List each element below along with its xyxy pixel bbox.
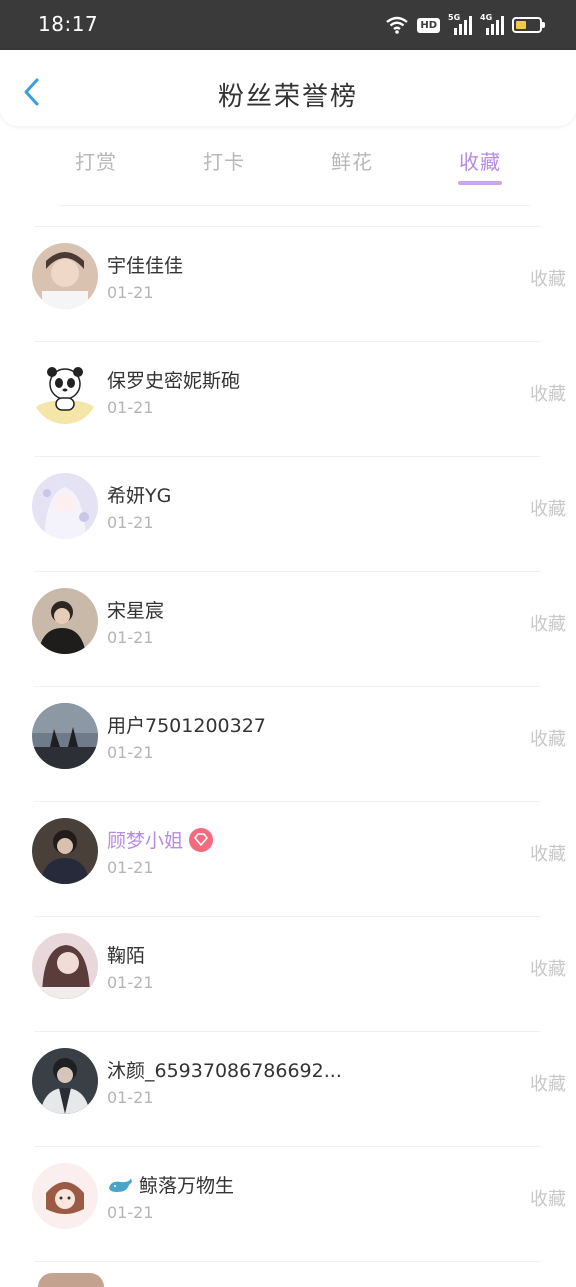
divider bbox=[60, 205, 530, 206]
header: 粉丝荣誉榜 bbox=[0, 50, 576, 126]
action-label: 收藏 bbox=[530, 1074, 566, 1095]
user-name: 宋星宸 bbox=[107, 600, 165, 622]
avatar[interactable] bbox=[32, 703, 98, 769]
avatar[interactable] bbox=[32, 473, 98, 539]
user-name: 用户7501200327 bbox=[107, 715, 266, 737]
action-label: 收藏 bbox=[530, 959, 566, 980]
date: 01-21 bbox=[107, 973, 154, 992]
avatar[interactable] bbox=[32, 818, 98, 884]
signal-5g-icon: 5G bbox=[448, 13, 472, 35]
list-item[interactable]: 宇佳佳佳 01-21 收藏 bbox=[32, 226, 566, 341]
avatar[interactable] bbox=[32, 1163, 98, 1229]
status-bar: 18:17 HD 5G 4G bbox=[0, 0, 576, 50]
avatar[interactable] bbox=[32, 1048, 98, 1114]
tab-flowers[interactable]: 鲜花 bbox=[288, 126, 416, 196]
fan-list: 宇佳佳佳 01-21 收藏 保罗史密妮斯砲 01-21 收藏 希妍YG 01-2… bbox=[0, 226, 576, 1281]
list-item[interactable]: 沐颜_65937086786692... 01-21 收藏 bbox=[32, 1031, 566, 1146]
tab-favorites[interactable]: 收藏 bbox=[416, 126, 544, 196]
list-item[interactable]: 宋星宸 01-21 收藏 bbox=[32, 571, 566, 686]
action-label: 收藏 bbox=[530, 1189, 566, 1210]
user-name-text: 顾梦小姐 bbox=[107, 830, 184, 852]
date: 01-21 bbox=[107, 628, 154, 647]
date: 01-21 bbox=[107, 283, 154, 302]
date: 01-21 bbox=[107, 1088, 154, 1107]
user-name: 宇佳佳佳 bbox=[107, 255, 184, 277]
date: 01-21 bbox=[107, 743, 154, 762]
list-item[interactable]: 希妍YG 01-21 收藏 bbox=[32, 456, 566, 571]
list-item[interactable]: 用户7501200327 01-21 收藏 bbox=[32, 686, 566, 801]
list-item[interactable]: 顾梦小姐 01-21 收藏 bbox=[32, 801, 566, 916]
page-title: 粉丝荣誉榜 bbox=[217, 82, 358, 112]
date: 01-21 bbox=[107, 513, 154, 532]
action-label: 收藏 bbox=[530, 729, 566, 750]
avatar[interactable] bbox=[32, 358, 98, 424]
battery-level bbox=[516, 21, 526, 29]
user-name: 希妍YG bbox=[107, 485, 172, 507]
action-label: 收藏 bbox=[530, 844, 566, 865]
avatar[interactable] bbox=[32, 588, 98, 654]
user-name-text: 鲸落万物生 bbox=[139, 1175, 235, 1197]
status-time: 18:17 bbox=[38, 12, 99, 36]
date: 01-21 bbox=[107, 398, 154, 417]
signal-5g-label: 5G bbox=[448, 13, 461, 22]
avatar[interactable] bbox=[38, 1273, 104, 1287]
tab-reward[interactable]: 打赏 bbox=[32, 126, 160, 196]
user-name: 鞠陌 bbox=[107, 945, 146, 967]
avatar[interactable] bbox=[32, 933, 98, 999]
list-item[interactable]: 保罗史密妮斯砲 01-21 收藏 bbox=[32, 341, 566, 456]
list-item[interactable]: 鲸落万物生 01-21 收藏 bbox=[32, 1146, 566, 1261]
list-item-partial[interactable] bbox=[34, 1261, 540, 1281]
tab-checkin[interactable]: 打卡 bbox=[160, 126, 288, 196]
whale-icon bbox=[109, 1177, 132, 1192]
user-name-vip: 顾梦小姐 bbox=[107, 826, 214, 853]
user-name-with-icon: 鲸落万物生 bbox=[107, 1171, 234, 1198]
diamond-badge-icon bbox=[189, 827, 214, 852]
action-label: 收藏 bbox=[530, 499, 566, 520]
signal-4g-label: 4G bbox=[480, 13, 493, 22]
hd-badge: HD bbox=[417, 17, 440, 33]
battery-icon bbox=[512, 17, 545, 33]
tab-bar: 打赏 打卡 鲜花 收藏 bbox=[32, 126, 544, 196]
list-item[interactable]: 鞠陌 01-21 收藏 bbox=[32, 916, 566, 1031]
action-label: 收藏 bbox=[530, 614, 566, 635]
date: 01-21 bbox=[107, 1203, 154, 1222]
action-label: 收藏 bbox=[530, 384, 566, 405]
status-icons: HD 5G 4G bbox=[385, 13, 545, 36]
date: 01-21 bbox=[107, 858, 154, 877]
action-label: 收藏 bbox=[530, 269, 566, 290]
wifi-icon bbox=[386, 16, 409, 34]
user-name: 沐颜_65937086786692... bbox=[107, 1060, 342, 1082]
signal-4g-icon: 4G bbox=[480, 13, 504, 35]
avatar[interactable] bbox=[32, 243, 98, 309]
user-name: 保罗史密妮斯砲 bbox=[107, 370, 241, 392]
